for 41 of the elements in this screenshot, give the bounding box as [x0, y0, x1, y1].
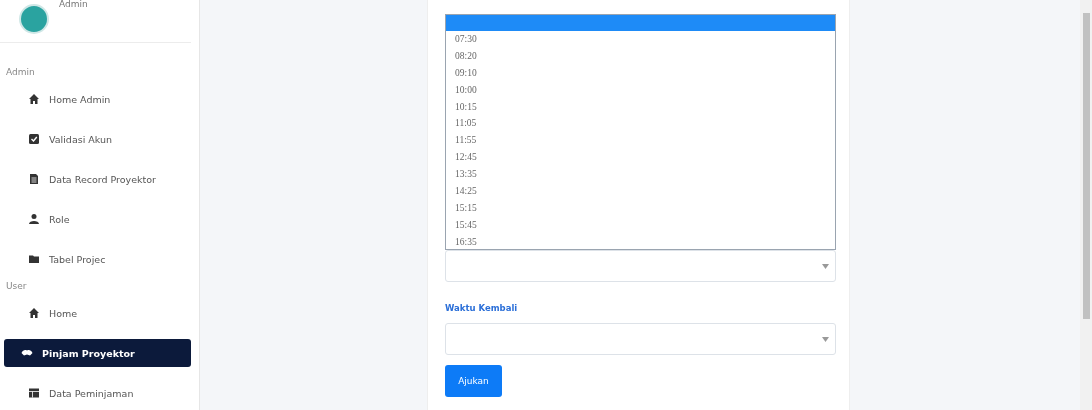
- list-option[interactable]: 13:35: [446, 166, 835, 183]
- select-field[interactable]: [445, 250, 836, 282]
- highlighted-option[interactable]: [446, 15, 835, 31]
- sidebar-item[interactable]: Data Record Proyektor: [4, 165, 191, 193]
- list-option[interactable]: 10:15: [446, 98, 835, 116]
- time-listbox[interactable]: 07:30 08:20 09:10 10:00 10:15 11:05 11:55 12:45 13:35 14:25 15:15 15:45 16:35: [445, 14, 836, 250]
- list-option[interactable]: 15:15: [446, 199, 835, 217]
- avatar: [19, 4, 49, 34]
- list-option[interactable]: 16:35: [446, 233, 835, 251]
- sidebar-item[interactable]: Home: [4, 299, 191, 327]
- document-icon: [28, 173, 40, 185]
- sidebar-item[interactable]: Validasi Akun: [4, 125, 191, 153]
- checkbox-icon: [28, 133, 40, 145]
- caret-icon: [822, 263, 829, 269]
- sidebar-item[interactable]: Role: [4, 205, 191, 233]
- caret-icon: [822, 336, 829, 342]
- sidebar-item[interactable]: Data Peminjaman: [4, 379, 191, 407]
- sidebar-item[interactable]: Pinjam Proyektor: [4, 339, 191, 367]
- sidebar-item[interactable]: Home Admin: [4, 85, 191, 113]
- list-option[interactable]: 12:45: [446, 149, 835, 167]
- folder-icon: [28, 253, 40, 265]
- list-option[interactable]: 07:30: [446, 31, 835, 48]
- list-option[interactable]: 10:00: [446, 81, 835, 99]
- section-heading: User: [5, 280, 28, 293]
- section-heading: Admin: [5, 66, 36, 79]
- return-time-select[interactable]: [445, 323, 836, 355]
- house-icon: [28, 307, 40, 319]
- list-option[interactable]: 09:10: [446, 64, 835, 82]
- list-option[interactable]: 14:25: [446, 183, 835, 200]
- scrollbar[interactable]: [1080, 0, 1092, 410]
- user-icon: [28, 213, 40, 225]
- user-name: Admin: [59, 0, 88, 9]
- submit-button[interactable]: Ajukan: [445, 365, 502, 397]
- list-option[interactable]: 15:45: [446, 216, 835, 234]
- list-option[interactable]: 11:55: [446, 132, 835, 150]
- house-icon: [28, 93, 40, 105]
- sidebar-item[interactable]: Tabel Projec: [4, 245, 191, 273]
- list-option[interactable]: 11:05: [446, 115, 835, 133]
- field-label: Waktu Kembali: [445, 303, 519, 315]
- table-icon: [28, 387, 40, 399]
- list-option[interactable]: 08:20: [446, 47, 835, 65]
